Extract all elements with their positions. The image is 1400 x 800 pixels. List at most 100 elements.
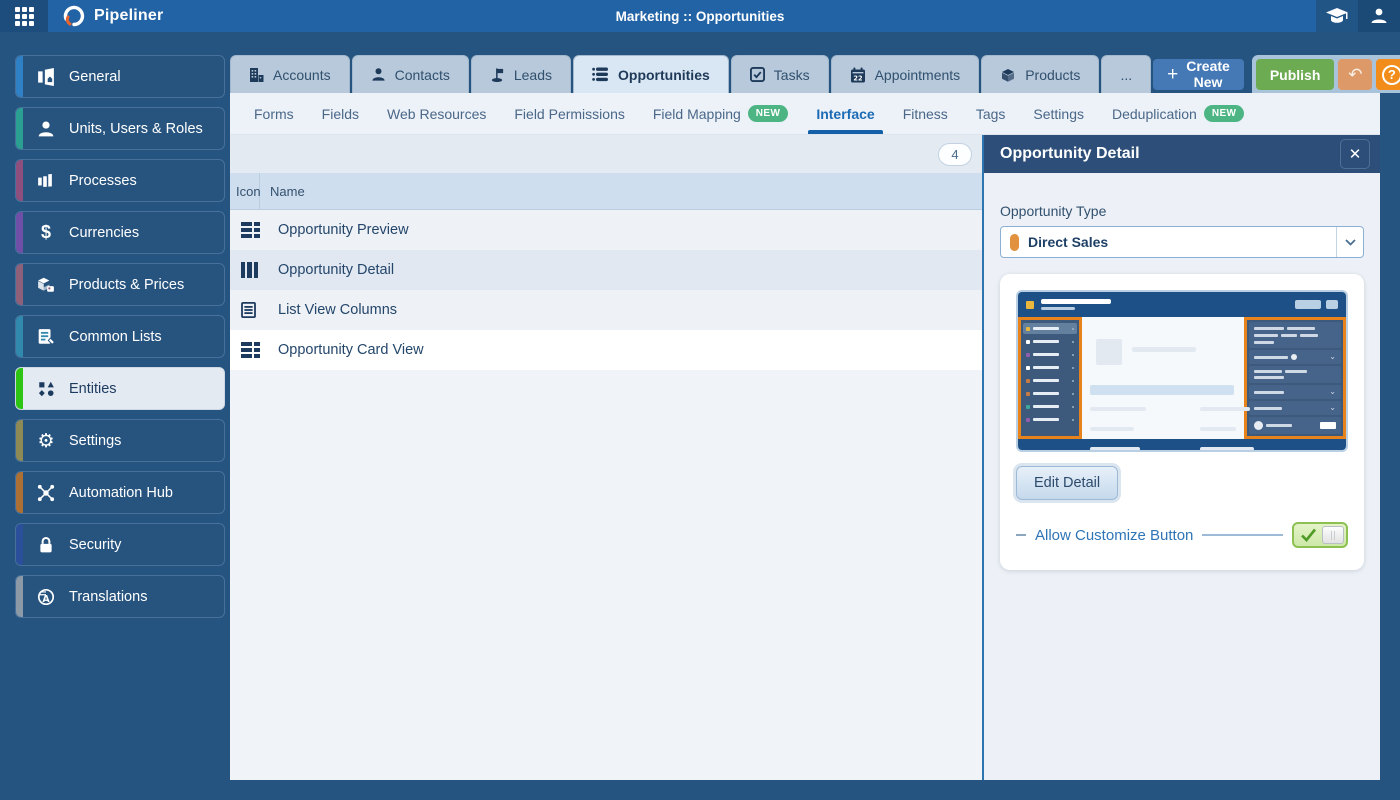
allow-customize-row: Allow Customize Button <box>1016 522 1348 548</box>
tab-actions: + Create New Publish ↶ ? <box>1153 55 1400 93</box>
gift-box-icon <box>1000 67 1016 83</box>
document-lines-icon <box>230 302 260 318</box>
detail-panel-body: Opportunity Type Direct Sales <box>984 173 1380 780</box>
list-row-opportunity-preview[interactable]: Opportunity Preview <box>230 210 982 250</box>
subtab-settings[interactable]: Settings <box>1019 93 1098 134</box>
accent-bar <box>16 576 23 617</box>
sidebar-item-automation-hub[interactable]: Automation Hub <box>15 471 225 514</box>
line-decoration <box>1202 534 1283 536</box>
column-header-name[interactable]: Name <box>260 184 305 199</box>
user-menu-button[interactable] <box>1358 0 1400 32</box>
subtab-fields[interactable]: Fields <box>308 93 373 134</box>
tab-leads[interactable]: Leads <box>471 55 571 93</box>
user-icon <box>1370 7 1388 25</box>
undo-icon: ↶ <box>1348 65 1362 84</box>
help-button[interactable]: ? <box>1376 59 1400 90</box>
building-icon <box>249 67 264 83</box>
sidebar-item-currencies[interactable]: $ Currencies <box>15 211 225 254</box>
sidebar-item-common-lists[interactable]: Common Lists <box>15 315 225 358</box>
entities-icon <box>36 379 56 399</box>
sidebar-item-units-users-roles[interactable]: Units, Users & Roles <box>15 107 225 150</box>
edit-detail-button[interactable]: Edit Detail <box>1016 466 1118 500</box>
list-toolbar: 4 <box>230 135 982 173</box>
opportunity-type-dropdown[interactable]: Direct Sales <box>1000 226 1364 258</box>
mock-topbar <box>1018 292 1346 317</box>
detail-panel: Opportunity Detail ✕ Opportunity Type Di… <box>984 135 1380 780</box>
subtab-field-permissions[interactable]: Field Permissions <box>500 93 638 134</box>
sidebar-item-translations[interactable]: A Translations <box>15 575 225 618</box>
tab-opportunities[interactable]: Opportunities <box>573 55 729 93</box>
new-badge: NEW <box>748 105 789 122</box>
lock-icon <box>36 535 56 555</box>
calendar-icon: 22 <box>850 67 866 83</box>
row-name: List View Columns <box>260 302 397 318</box>
subtab-fitness[interactable]: Fitness <box>889 93 962 134</box>
list-empty-area <box>230 370 982 780</box>
accent-bar <box>16 108 23 149</box>
sidebar-item-label: General <box>69 69 121 85</box>
graduation-cap-icon <box>1326 8 1348 24</box>
sidebar-item-label: Entities <box>69 381 117 397</box>
accent-bar <box>16 368 23 409</box>
users-icon <box>36 119 56 139</box>
sidebar-item-security[interactable]: Security <box>15 523 225 566</box>
layout-preview-image: ⌄ ⌄ ⌄ <box>1016 290 1348 452</box>
svg-text:A: A <box>42 593 50 604</box>
row-name: Opportunity Preview <box>260 222 409 238</box>
top-bar: Pipeliner Marketing :: Opportunities <box>0 0 1400 32</box>
currency-icon: $ <box>36 223 56 243</box>
sidebar-item-entities[interactable]: Entities <box>15 367 225 410</box>
accent-bar <box>16 472 23 513</box>
sidebar-item-processes[interactable]: Processes <box>15 159 225 202</box>
column-header-icon[interactable]: Icon <box>230 173 260 209</box>
tab-appointments[interactable]: 22 Appointments <box>831 55 980 93</box>
detail-preview-card: ⌄ ⌄ ⌄ Edit Detail Allow C <box>1000 274 1364 570</box>
plus-icon: + <box>1167 65 1178 84</box>
app-grid-button[interactable] <box>0 0 48 32</box>
accent-bar <box>16 264 23 305</box>
subtab-web-resources[interactable]: Web Resources <box>373 93 500 134</box>
sidebar-item-general[interactable]: General <box>15 55 225 98</box>
create-new-button[interactable]: + Create New <box>1153 59 1244 90</box>
accent-bar <box>16 524 23 565</box>
list-row-list-view-columns[interactable]: List View Columns <box>230 290 982 330</box>
translations-icon: A <box>36 587 56 607</box>
tab-products[interactable]: Products <box>981 55 1099 93</box>
tab-contacts[interactable]: Contacts <box>352 55 469 93</box>
tab-accounts[interactable]: Accounts <box>230 55 350 93</box>
tab-label: Contacts <box>395 67 450 83</box>
accent-bar <box>16 316 23 357</box>
sidebar-item-products-prices[interactable]: Products & Prices <box>15 263 225 306</box>
sidebar-item-label: Security <box>69 537 121 553</box>
chevron-down-icon <box>1336 227 1363 257</box>
subtab-interface[interactable]: Interface <box>802 93 888 134</box>
tab-label: Appointments <box>875 67 961 83</box>
tab-more[interactable]: ... <box>1101 55 1151 93</box>
tab-tasks[interactable]: Tasks <box>731 55 829 93</box>
table-rows-icon <box>230 222 260 238</box>
entity-tab-bar: Accounts Contacts Leads Opportunities <box>230 55 1380 93</box>
table-rows-icon <box>230 342 260 358</box>
sidebar-item-settings[interactable]: ⚙ Settings <box>15 419 225 462</box>
new-badge: NEW <box>1204 105 1245 122</box>
general-icon <box>36 67 56 87</box>
close-button[interactable]: ✕ <box>1340 139 1370 169</box>
subtab-forms[interactable]: Forms <box>240 93 308 134</box>
undo-button[interactable]: ↶ <box>1338 59 1372 90</box>
list-row-opportunity-detail[interactable]: Opportunity Detail <box>230 250 982 290</box>
list-row-opportunity-card-view[interactable]: Opportunity Card View <box>230 330 982 370</box>
publish-button[interactable]: Publish <box>1256 59 1335 90</box>
mock-sidebar-highlighted <box>1018 317 1082 439</box>
processes-icon <box>36 171 56 191</box>
pipeliner-logo[interactable]: Pipeliner <box>62 4 163 28</box>
training-button[interactable] <box>1316 0 1358 32</box>
accent-bar <box>16 56 23 97</box>
sidebar-item-label: Currencies <box>69 225 139 241</box>
subtab-field-mapping[interactable]: Field MappingNEW <box>639 93 802 134</box>
allow-customize-toggle[interactable] <box>1292 522 1348 548</box>
detail-panel-header: Opportunity Detail ✕ <box>984 135 1380 173</box>
subtab-deduplication[interactable]: DeduplicationNEW <box>1098 93 1258 134</box>
subtab-tags[interactable]: Tags <box>962 93 1020 134</box>
row-name: Opportunity Card View <box>260 342 424 358</box>
sidebar-item-label: Translations <box>69 589 147 605</box>
